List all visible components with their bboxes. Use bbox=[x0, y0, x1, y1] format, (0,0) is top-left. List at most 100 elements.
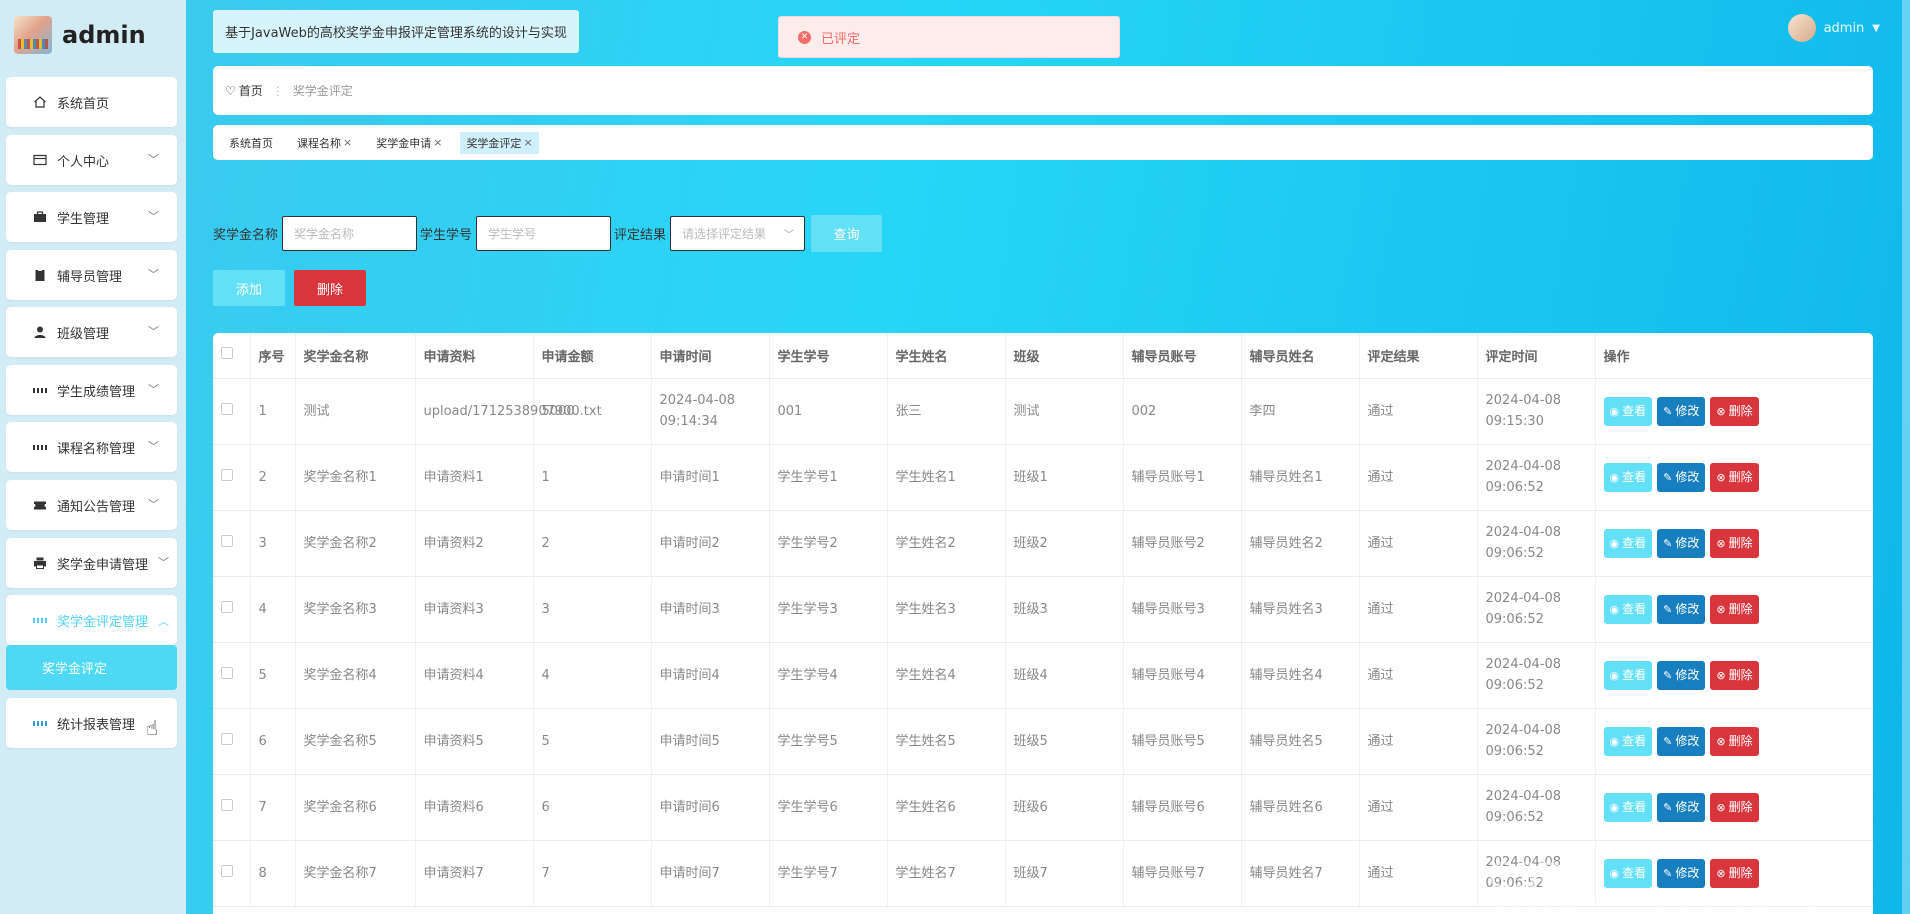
table-cell: 辅导员账号2 bbox=[1123, 510, 1242, 577]
view-button[interactable]: ◉ 查看 bbox=[1603, 726, 1653, 756]
scholarship-name-input[interactable]: 奖学金名称 bbox=[282, 216, 418, 251]
edit-label: 修改 bbox=[1675, 469, 1700, 484]
briefcase-icon bbox=[33, 210, 47, 224]
delete-button[interactable]: ⊗ 删除 bbox=[1710, 594, 1759, 624]
edit-label: 修改 bbox=[1675, 403, 1700, 418]
row-checkbox[interactable] bbox=[221, 534, 233, 547]
row-checkbox[interactable] bbox=[221, 402, 233, 415]
result-select[interactable]: 请选择评定结果 ﹀ bbox=[670, 216, 806, 251]
table-cell: 辅导员姓名5 bbox=[1241, 708, 1360, 775]
sidebar-item-reports[interactable]: 统计报表管理 ☝ bbox=[6, 698, 177, 748]
delete-button[interactable]: ⊗ 删除 bbox=[1710, 726, 1759, 756]
table-cell: 申请资料2 bbox=[415, 510, 534, 577]
delete-button[interactable]: ⊗ 删除 bbox=[1710, 528, 1759, 558]
delete-button[interactable]: ⊗ 删除 bbox=[1710, 396, 1759, 426]
col-header: 申请资料 bbox=[415, 333, 534, 379]
batch-delete-button[interactable]: 删除 bbox=[294, 270, 366, 306]
user-menu[interactable]: admin ▼ bbox=[1787, 14, 1880, 42]
table-cell: 申请资料3 bbox=[415, 576, 534, 643]
scrollbar[interactable] bbox=[1902, 0, 1910, 914]
table-cell: 奖学金名称7 bbox=[295, 840, 416, 907]
view-button[interactable]: ◉ 查看 bbox=[1603, 792, 1653, 822]
sidebar-item-notices[interactable]: 通知公告管理 ﹀ bbox=[6, 480, 177, 530]
row-checkbox[interactable] bbox=[221, 732, 233, 745]
search-form: 奖学金名称 奖学金名称 学生学号 学生学号 评定结果 请选择评定结果 ﹀ 查询 bbox=[213, 215, 883, 252]
col-header: 学生姓名 bbox=[887, 333, 1006, 379]
table-cell: 001 bbox=[769, 378, 888, 445]
row-checkbox[interactable] bbox=[221, 798, 233, 811]
view-label: 查看 bbox=[1622, 535, 1647, 550]
delete-button[interactable]: ⊗ 删除 bbox=[1710, 792, 1759, 822]
edit-button[interactable]: ✎ 修改 bbox=[1657, 594, 1706, 624]
table-cell: 7 bbox=[533, 840, 652, 907]
table-cell: 班级7 bbox=[1005, 840, 1124, 907]
table-cell: 学生学号5 bbox=[769, 708, 888, 775]
delete-label: 删除 bbox=[1728, 667, 1753, 682]
row-select-cell bbox=[213, 840, 251, 907]
view-button[interactable]: ◉ 查看 bbox=[1603, 528, 1653, 558]
breadcrumb-home[interactable]: ♡ 首页 bbox=[225, 82, 263, 99]
table-cell: 学生学号7 bbox=[769, 840, 888, 907]
table-cell: 学生姓名6 bbox=[887, 774, 1006, 841]
query-button[interactable]: 查询 bbox=[811, 215, 883, 252]
table-cell: 班级1 bbox=[1005, 444, 1124, 511]
select-all-checkbox[interactable] bbox=[221, 347, 233, 360]
delete-button[interactable]: ⊗ 删除 bbox=[1710, 462, 1759, 492]
view-button[interactable]: ◉ 查看 bbox=[1603, 660, 1653, 690]
edit-button[interactable]: ✎ 修改 bbox=[1657, 396, 1706, 426]
table-cell: 辅导员姓名2 bbox=[1241, 510, 1360, 577]
chevron-down-icon: ﹀ bbox=[148, 498, 159, 511]
edit-button[interactable]: ✎ 修改 bbox=[1657, 792, 1706, 822]
tag-home[interactable]: 系统首页 bbox=[223, 132, 279, 154]
delete-button[interactable]: ⊗ 删除 bbox=[1710, 660, 1759, 690]
table-cell: 辅导员账号6 bbox=[1123, 774, 1242, 841]
sidebar-item-students[interactable]: 学生管理 ﹀ bbox=[6, 192, 177, 242]
eye-icon: ◉ bbox=[1609, 734, 1620, 748]
row-select-cell bbox=[213, 708, 251, 775]
sidebar-item-scholarship-apply[interactable]: 奖学金申请管理 ﹀ bbox=[6, 538, 177, 588]
table-cell: 学生姓名2 bbox=[887, 510, 1006, 577]
chevron-down-icon: ﹀ bbox=[148, 440, 159, 453]
tag-label: 课程名称 bbox=[297, 136, 341, 150]
add-button[interactable]: 添加 bbox=[213, 270, 285, 306]
pencil-icon: ✎ bbox=[1663, 602, 1673, 616]
sidebar-item-scholarship-evaluate[interactable]: 奖学金评定管理 ︿ bbox=[6, 595, 177, 645]
view-button[interactable]: ◉ 查看 bbox=[1603, 594, 1653, 624]
close-icon[interactable]: × bbox=[343, 136, 352, 149]
edit-button[interactable]: ✎ 修改 bbox=[1657, 660, 1706, 690]
tag-course[interactable]: 课程名称 × bbox=[291, 132, 358, 154]
table-cell: 测试 bbox=[295, 378, 416, 445]
col-header: 班级 bbox=[1005, 333, 1124, 379]
view-button[interactable]: ◉ 查看 bbox=[1603, 396, 1653, 426]
submenu-item-scholarship-evaluate[interactable]: 奖学金评定 bbox=[6, 645, 177, 690]
edit-button[interactable]: ✎ 修改 bbox=[1657, 462, 1706, 492]
row-checkbox[interactable] bbox=[221, 600, 233, 613]
col-header: 奖学金名称 bbox=[295, 333, 416, 379]
close-icon[interactable]: × bbox=[523, 136, 532, 149]
chevron-down-icon: ﹀ bbox=[784, 230, 795, 241]
row-checkbox[interactable] bbox=[221, 468, 233, 481]
student-id-input[interactable]: 学生学号 bbox=[476, 216, 612, 251]
ops-cell: ◉ 查看 ✎ 修改 ⊗ 删除 bbox=[1595, 576, 1873, 643]
table-cell: 学生学号3 bbox=[769, 576, 888, 643]
sidebar-item-counselors[interactable]: 辅导员管理 ﹀ bbox=[6, 250, 177, 300]
sidebar-item-profile[interactable]: 个人中心 ﹀ bbox=[6, 135, 177, 185]
col-header: 申请金额 bbox=[533, 333, 652, 379]
table-cell: 1 bbox=[533, 444, 652, 511]
close-icon[interactable]: × bbox=[433, 136, 442, 149]
tag-scholarship-evaluate[interactable]: 奖学金评定 × bbox=[460, 131, 539, 154]
table-cell: 6 bbox=[533, 774, 652, 841]
chevron-down-icon: ﹀ bbox=[158, 556, 169, 569]
edit-button[interactable]: ✎ 修改 bbox=[1657, 726, 1706, 756]
edit-button[interactable]: ✎ 修改 bbox=[1657, 528, 1706, 558]
view-button[interactable]: ◉ 查看 bbox=[1603, 462, 1653, 492]
chevron-down-icon: ﹀ bbox=[148, 383, 159, 396]
table-cell: 3 bbox=[250, 510, 296, 577]
sidebar-item-classes[interactable]: 班级管理 ﹀ bbox=[6, 307, 177, 357]
row-checkbox[interactable] bbox=[221, 864, 233, 877]
row-checkbox[interactable] bbox=[221, 666, 233, 679]
sidebar-item-home[interactable]: 系统首页 bbox=[6, 77, 177, 127]
sidebar-item-grades[interactable]: 学生成绩管理 ﹀ bbox=[6, 365, 177, 415]
sidebar-item-courses[interactable]: 课程名称管理 ﹀ bbox=[6, 422, 177, 472]
tag-scholarship-apply[interactable]: 奖学金申请 × bbox=[370, 132, 448, 154]
